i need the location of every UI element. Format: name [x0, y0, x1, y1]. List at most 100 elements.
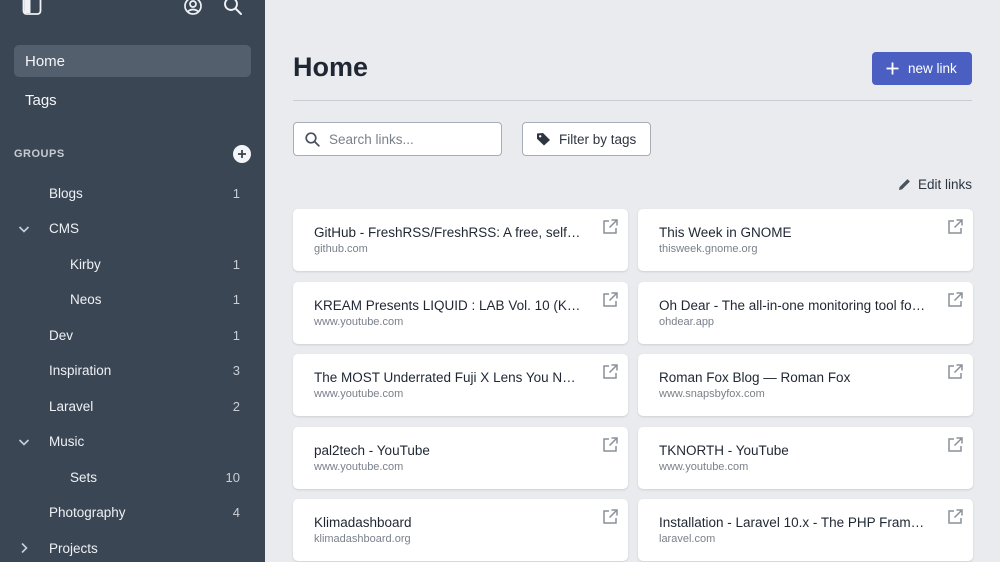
nav-item-label: Home	[25, 52, 66, 70]
group-count: 1	[232, 185, 240, 201]
link-title: The MOST Underrated Fuji X Lens You NEED…	[314, 370, 582, 385]
chevron-down-icon[interactable]	[17, 435, 31, 449]
groups-title: GROUPS	[14, 148, 65, 160]
edit-links-button[interactable]: Edit links	[898, 177, 972, 192]
search-input[interactable]	[329, 131, 489, 147]
group-name: Sets	[70, 469, 98, 485]
link-title: Klimadashboard	[314, 515, 412, 530]
group-count: 3	[232, 363, 240, 378]
edit-links-label: Edit links	[918, 177, 973, 192]
link-card[interactable]: TKNORTH - YouTube www.youtube.com	[638, 426, 973, 489]
link-domain: klimadashboard.org	[314, 533, 411, 545]
link-title: Installation - Laravel 10.x - The PHP Fr…	[659, 515, 927, 530]
link-domain: www.youtube.com	[314, 388, 404, 400]
link-title: KREAM Presents LIQUID : LAB Vol. 10 (Kei…	[314, 297, 582, 313]
filter-label: Filter by tags	[559, 131, 637, 147]
group-name: Photography	[49, 505, 126, 520]
plus-icon	[886, 62, 899, 75]
link-domain: laravel.com	[659, 533, 716, 545]
link-card[interactable]: The MOST Underrated Fuji X Lens You NEED…	[293, 354, 628, 416]
page-title: Home	[293, 52, 369, 82]
groups-header: GROUPS	[14, 145, 251, 163]
link-card[interactable]: pal2tech - YouTube www.youtube.com	[293, 426, 628, 489]
link-domain: ohdear.app	[659, 315, 715, 328]
sidebar-toolbar	[0, 0, 265, 20]
group-count: 4	[232, 505, 240, 520]
link-title: Roman Fox Blog — Roman Fox	[659, 370, 851, 385]
group-name: Music	[49, 434, 85, 449]
group-name: Laravel	[49, 398, 94, 414]
external-link-icon[interactable]	[946, 436, 964, 454]
group-name: Neos	[70, 292, 102, 307]
link-domain: www.youtube.com	[314, 315, 404, 328]
nav-item-tags[interactable]: Tags	[14, 84, 251, 116]
chevron-down-icon[interactable]	[17, 222, 31, 236]
link-title: This Week in GNOME	[659, 225, 792, 240]
link-card[interactable]: Installation - Laravel 10.x - The PHP Fr…	[638, 499, 973, 561]
external-link-icon[interactable]	[601, 363, 619, 381]
search-icon[interactable]	[222, 0, 244, 18]
group-count: 10	[225, 469, 240, 485]
link-card[interactable]: This Week in GNOME thisweek.gnome.org	[638, 209, 973, 271]
group-item-kirby[interactable]: Kirby 1	[14, 253, 244, 275]
search-box[interactable]	[293, 122, 502, 156]
external-link-icon[interactable]	[946, 218, 964, 236]
group-name: Projects	[49, 540, 98, 556]
external-link-icon[interactable]	[601, 218, 619, 236]
group-name: Dev	[49, 327, 74, 343]
group-name: Inspiration	[49, 363, 112, 378]
external-link-icon[interactable]	[946, 291, 964, 309]
group-name: CMS	[49, 221, 79, 236]
link-title: GitHub - FreshRSS/FreshRSS: A free, self…	[314, 225, 582, 240]
link-domain: thisweek.gnome.org	[659, 243, 758, 255]
group-name: Kirby	[70, 256, 101, 272]
group-item-inspiration[interactable]: Inspiration 3	[14, 360, 244, 382]
header-divider	[293, 100, 972, 101]
group-item-cms[interactable]: CMS	[14, 218, 244, 240]
external-link-icon[interactable]	[601, 436, 619, 454]
group-item-neos[interactable]: Neos 1	[14, 289, 244, 311]
link-title: pal2tech - YouTube	[314, 442, 430, 458]
sidebar-toggle-icon[interactable]	[21, 0, 43, 18]
external-link-icon[interactable]	[601, 508, 619, 526]
group-count: 2	[232, 398, 240, 414]
link-card[interactable]: KREAM Presents LIQUID : LAB Vol. 10 (Kei…	[293, 281, 628, 344]
group-item-music[interactable]: Music	[14, 431, 244, 453]
external-link-icon[interactable]	[946, 508, 964, 526]
link-domain: github.com	[314, 243, 368, 255]
group-item-laravel[interactable]: Laravel 2	[14, 395, 244, 417]
pencil-icon	[898, 178, 911, 191]
new-link-label: new link	[908, 61, 957, 76]
new-link-button[interactable]: new link	[872, 52, 972, 85]
link-domain: www.snapsbyfox.com	[659, 388, 765, 400]
link-card[interactable]: Oh Dear - The all-in-one monitoring tool…	[638, 281, 973, 344]
group-item-sets[interactable]: Sets 10	[14, 466, 244, 488]
nav-item-label: Tags	[25, 91, 57, 109]
link-domain: www.youtube.com	[659, 460, 749, 473]
link-domain: www.youtube.com	[314, 460, 404, 473]
link-card[interactable]: Roman Fox Blog — Roman Fox www.snapsbyfox…	[638, 354, 973, 416]
link-title: TKNORTH - YouTube	[659, 442, 789, 458]
tag-icon	[536, 132, 551, 146]
filter-by-tags-button[interactable]: Filter by tags	[522, 122, 651, 156]
external-link-icon[interactable]	[601, 291, 619, 309]
group-item-dev[interactable]: Dev 1	[14, 324, 244, 346]
link-card[interactable]: GitHub - FreshRSS/FreshRSS: A free, self…	[293, 209, 628, 271]
group-item-projects[interactable]: Projects	[14, 537, 244, 559]
external-link-icon[interactable]	[946, 363, 964, 381]
chevron-right-icon[interactable]	[17, 541, 31, 555]
nav-item-home[interactable]: Home	[14, 45, 251, 77]
link-card[interactable]: Klimadashboard klimadashboard.org	[293, 499, 628, 561]
account-icon[interactable]	[182, 0, 204, 18]
add-group-icon[interactable]	[233, 145, 251, 163]
group-count: 1	[232, 256, 240, 272]
group-count: 1	[232, 327, 240, 343]
main-content: Home new link Filter by tags Edit links …	[265, 0, 1000, 562]
group-item-photography[interactable]: Photography 4	[14, 502, 244, 524]
group-item-blogs[interactable]: Blogs 1	[14, 182, 244, 204]
group-name: Blogs	[49, 185, 83, 201]
sidebar: Home Tags GROUPS Blogs 1 CMS Kirby 1 Neos 1 Dev 1…	[0, 0, 265, 562]
search-icon	[305, 131, 320, 147]
link-title: Oh Dear - The all-in-one monitoring tool…	[659, 297, 927, 313]
group-count: 1	[232, 292, 240, 307]
